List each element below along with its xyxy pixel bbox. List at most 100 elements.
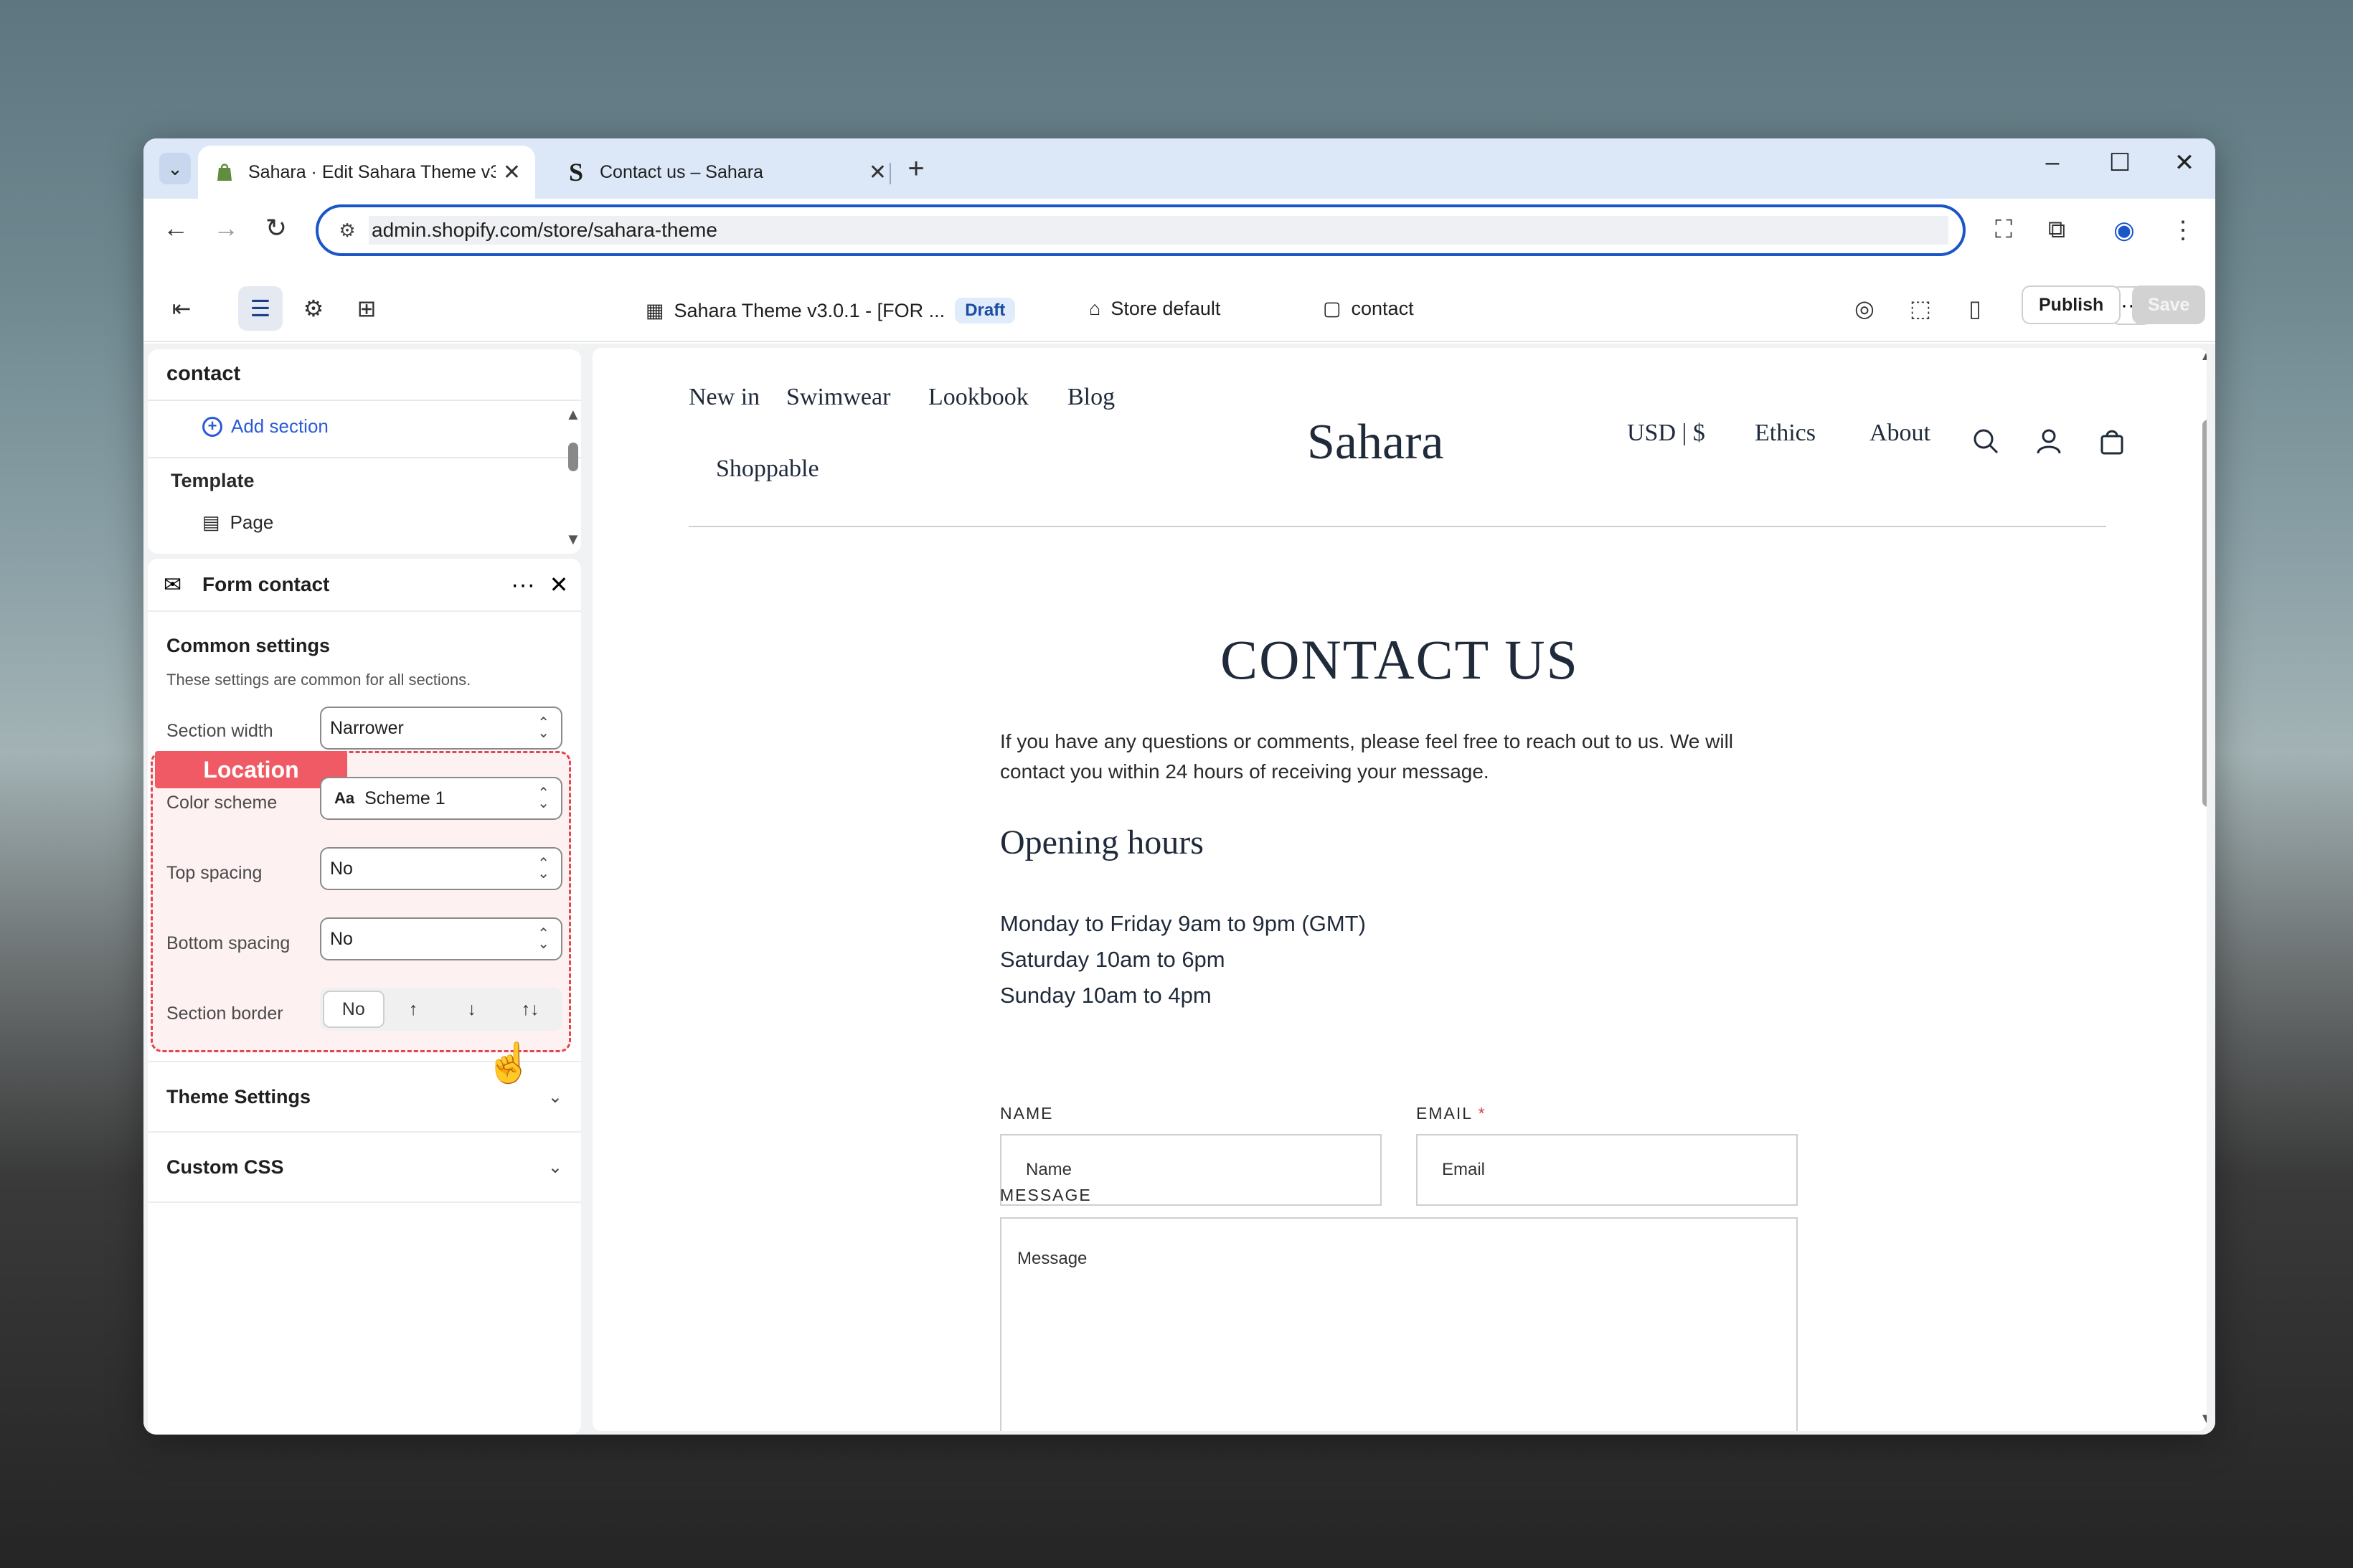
add-section-label: Add section xyxy=(231,415,329,437)
email-input[interactable]: Email xyxy=(1416,1134,1798,1206)
tab-search-dropdown[interactable]: ⌄ xyxy=(159,153,191,184)
nav-ethics[interactable]: Ethics xyxy=(1755,420,1816,447)
screen-capture-icon[interactable]: ⛶ xyxy=(1986,216,2022,244)
accordion-label: Theme Settings xyxy=(166,1085,311,1107)
border-option-none[interactable]: No xyxy=(323,991,385,1028)
add-section-button[interactable]: + Add section xyxy=(202,415,329,438)
bottom-spacing-label: Bottom spacing xyxy=(166,933,291,953)
tab-separator xyxy=(890,163,891,184)
tab-close-icon[interactable]: ✕ xyxy=(869,160,887,185)
save-button[interactable]: Save xyxy=(2132,285,2206,324)
extensions-icon[interactable]: ⧉ xyxy=(2039,216,2075,244)
maximize-icon[interactable]: ☐ xyxy=(2102,148,2138,177)
site-settings-icon[interactable]: ⚙ xyxy=(326,219,369,242)
browser-window: ⌄ Sahara · Edit Sahara Theme v3.0 ✕ S Co… xyxy=(143,138,2215,1435)
template-item-page[interactable]: ▤ Page xyxy=(202,511,273,534)
mobile-preview-icon[interactable]: ▯ xyxy=(1953,286,1997,331)
border-option-both[interactable]: ↑↓ xyxy=(501,991,560,1028)
nav-lookbook[interactable]: Lookbook xyxy=(928,384,1029,411)
opening-hours-title: Opening hours xyxy=(1000,823,1204,861)
layout-icon: ▤ xyxy=(202,511,220,533)
tab-close-icon[interactable]: ✕ xyxy=(503,160,521,185)
color-scheme-select[interactable]: Aa Scheme 1 ⌃ ⌄ xyxy=(320,777,562,820)
border-option-bottom[interactable]: ↓ xyxy=(443,991,501,1028)
theme-settings-gear-icon[interactable]: ⚙ xyxy=(291,286,336,331)
section-width-label: Section width xyxy=(166,721,273,741)
tab-editor[interactable]: Sahara · Edit Sahara Theme v3.0 ✕ xyxy=(198,146,535,199)
nav-blog[interactable]: Blog xyxy=(1067,384,1115,411)
section-border-segmented: No ↑ ↓ ↑↓ xyxy=(320,988,562,1031)
left-panel: contact + Add section Template ▤ Page ▲ … xyxy=(143,344,588,1435)
name-label: NAME xyxy=(1000,1104,1054,1123)
header-divider xyxy=(689,526,2106,527)
opening-hours-list: Monday to Friday 9am to 9pm (GMT) Saturd… xyxy=(1000,906,1366,1014)
minimize-icon[interactable]: – xyxy=(2034,148,2070,176)
border-option-top[interactable]: ↑ xyxy=(385,991,443,1028)
theme-selector[interactable]: ▦ Sahara Theme v3.0.1 - [FOR ... Draft xyxy=(646,298,1016,323)
chevron-down-icon: ⌄ xyxy=(547,1087,562,1107)
common-settings-title: Common settings xyxy=(166,635,331,656)
exit-icon[interactable]: ⇤ xyxy=(159,286,204,331)
divider xyxy=(148,1201,581,1203)
location-tag: Location xyxy=(155,751,347,788)
scroll-up-icon[interactable]: ▲ xyxy=(2199,348,2207,364)
new-tab-icon[interactable]: + xyxy=(898,153,934,185)
sections-icon[interactable]: ☰ xyxy=(238,286,283,331)
email-label-wrap: EMAIL * xyxy=(1416,1104,1486,1123)
theme-layout-icon: ▦ xyxy=(646,299,664,321)
address-bar[interactable]: ⚙ admin.shopify.com/store/sahara-theme xyxy=(316,204,1966,256)
nav-shoppable[interactable]: Shoppable xyxy=(716,455,819,483)
chevron-updown-icon: ⌃ ⌄ xyxy=(537,715,550,741)
divider xyxy=(148,400,581,401)
site-favicon-icon: S xyxy=(568,158,584,186)
cart-icon[interactable] xyxy=(2098,427,2126,463)
message-label: MESSAGE xyxy=(1000,1186,1092,1204)
apps-icon[interactable]: ⊞ xyxy=(344,286,389,331)
preview-inspector-icon[interactable]: ◎ xyxy=(1842,286,1887,331)
accordion-label: Custom CSS xyxy=(166,1156,284,1178)
preview-scrollbar[interactable] xyxy=(2202,420,2207,807)
profile-icon[interactable]: ◉ xyxy=(2106,216,2142,245)
page-selector[interactable]: ▢ contact xyxy=(1323,298,1414,320)
message-textarea[interactable]: Message xyxy=(1000,1217,1798,1431)
hours-line: Saturday 10am to 6pm xyxy=(1000,947,1225,972)
bottom-spacing-select[interactable]: No ⌃ ⌄ xyxy=(320,917,562,960)
select-element-icon[interactable]: ⬚ xyxy=(1898,286,1943,331)
publish-button[interactable]: Publish xyxy=(2022,285,2121,324)
url-text[interactable]: admin.shopify.com/store/sahara-theme xyxy=(369,216,1948,245)
reload-icon[interactable]: ↻ xyxy=(258,213,294,243)
tab-title: Contact us – Sahara xyxy=(600,161,763,182)
nav-swimwear[interactable]: Swimwear xyxy=(786,384,890,411)
close-window-icon[interactable]: ✕ xyxy=(2166,148,2202,177)
top-spacing-select[interactable]: No ⌃ ⌄ xyxy=(320,847,562,890)
editor-topbar: ⇤ ☰ ⚙ ⊞ ▦ Sahara Theme v3.0.1 - [FOR ...… xyxy=(143,262,2215,342)
theme-name: Sahara Theme v3.0.1 - [FOR ... xyxy=(674,299,946,321)
search-icon[interactable] xyxy=(1971,427,2000,463)
select-value: No xyxy=(330,928,353,949)
store-selector[interactable]: ⌂ Store default xyxy=(1089,298,1220,320)
account-icon[interactable] xyxy=(2034,427,2063,463)
forward-icon[interactable]: → xyxy=(208,213,244,243)
chevron-updown-icon: ⌃ ⌄ xyxy=(537,785,550,811)
nav-about[interactable]: About xyxy=(1869,420,1930,447)
scroll-down-icon[interactable]: ▼ xyxy=(565,530,581,549)
scroll-down-icon[interactable]: ▼ xyxy=(2199,1411,2207,1427)
scrollbar[interactable] xyxy=(568,443,578,471)
accordion-custom-css[interactable]: Custom CSS ⌄ xyxy=(148,1131,581,1201)
tab-title: Sahara · Edit Sahara Theme v3.0 xyxy=(248,161,496,182)
back-icon[interactable]: ← xyxy=(158,213,194,243)
required-mark: * xyxy=(1478,1104,1486,1123)
browser-menu-icon[interactable]: ⋮ xyxy=(2165,216,2201,245)
section-header: ✉ Form contact ··· ✕ xyxy=(148,559,581,612)
store-logo[interactable]: Sahara xyxy=(1307,414,1443,471)
tab-contact[interactable]: S Contact us – Sahara ✕ xyxy=(550,146,901,199)
close-icon[interactable]: ✕ xyxy=(541,571,577,598)
section-width-select[interactable]: Narrower ⌃ ⌄ xyxy=(320,707,562,750)
common-settings-desc: These settings are common for all sectio… xyxy=(166,671,471,689)
nav-new-in[interactable]: New in xyxy=(689,384,760,411)
section-settings-panel: ✉ Form contact ··· ✕ Common settings The… xyxy=(148,559,581,1435)
scroll-up-icon[interactable]: ▲ xyxy=(565,405,581,424)
select-value: No xyxy=(330,858,353,879)
section-more-icon[interactable]: ··· xyxy=(505,571,541,599)
currency-selector[interactable]: USD | $ xyxy=(1627,420,1705,447)
